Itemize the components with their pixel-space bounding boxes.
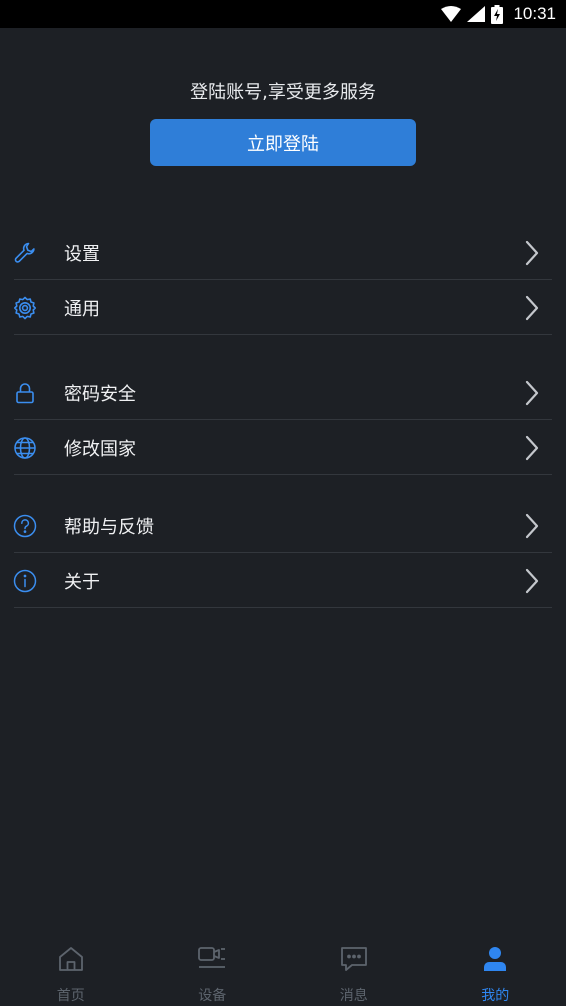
chevron-right-icon	[525, 380, 539, 405]
wifi-icon	[441, 6, 462, 22]
tab-mine[interactable]: 我的	[425, 930, 566, 1006]
status-indicators: 10:31	[441, 0, 556, 28]
menu-item-label: 密码安全	[64, 383, 136, 405]
globe-icon	[14, 436, 36, 459]
status-bar: 10:31	[0, 0, 566, 28]
info-icon	[13, 569, 37, 592]
menu-item-label: 通用	[64, 298, 100, 320]
tab-label: 我的	[481, 988, 510, 1004]
chevron-right-icon	[525, 513, 539, 538]
tab-label: 消息	[339, 988, 368, 1004]
menu-item-label: 修改国家	[64, 438, 136, 460]
battery-icon	[491, 4, 504, 24]
chevron-right-icon	[525, 435, 539, 460]
tab-label: 首页	[56, 988, 85, 1004]
menu-item-about[interactable]: 关于	[0, 553, 566, 608]
login-button[interactable]: 立即登陆	[150, 119, 416, 166]
lock-icon	[16, 382, 34, 403]
home-icon	[58, 947, 83, 971]
menu-item-general[interactable]: 通用	[0, 280, 566, 335]
menu-item-password-security[interactable]: 密码安全	[0, 365, 566, 420]
person-icon	[484, 947, 507, 971]
tab-messages[interactable]: 消息	[283, 930, 425, 1006]
camera-device-icon	[198, 947, 226, 968]
divider	[14, 334, 552, 335]
menu-item-label: 关于	[64, 571, 100, 593]
signal-icon	[467, 6, 486, 22]
help-icon	[13, 514, 37, 537]
menu-item-label: 帮助与反馈	[64, 516, 154, 538]
tab-label: 设备	[198, 988, 227, 1004]
menu-item-settings[interactable]: 设置	[0, 225, 566, 280]
tab-home[interactable]: 首页	[0, 930, 142, 1006]
menu-item-help-feedback[interactable]: 帮助与反馈	[0, 498, 566, 553]
login-prompt: 登陆账号,享受更多服务	[190, 82, 376, 103]
chevron-right-icon	[525, 295, 539, 320]
chevron-right-icon	[525, 240, 539, 265]
gear-icon	[14, 296, 36, 319]
divider	[14, 474, 552, 475]
divider	[14, 607, 552, 608]
bottom-nav: 首页 设备 消息 我的	[0, 930, 566, 1006]
message-icon	[340, 947, 367, 971]
chevron-right-icon	[525, 568, 539, 593]
wrench-icon	[14, 242, 35, 263]
menu-item-label: 设置	[64, 243, 100, 265]
tab-devices[interactable]: 设备	[142, 930, 284, 1006]
menu-item-change-country[interactable]: 修改国家	[0, 420, 566, 475]
status-time: 10:31	[513, 4, 556, 23]
